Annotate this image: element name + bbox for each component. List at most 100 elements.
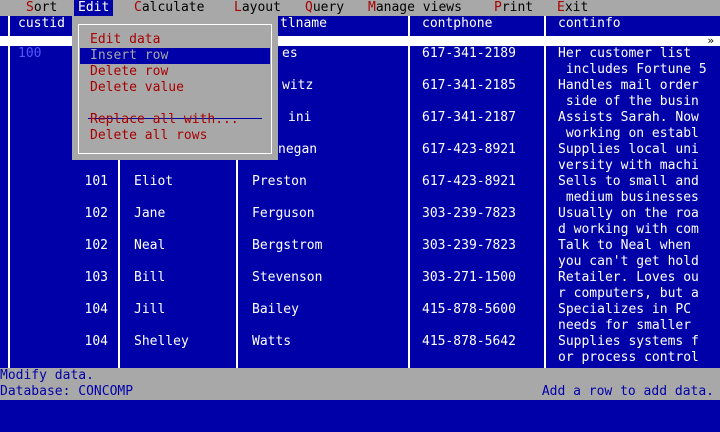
menu-label: dit (85, 0, 110, 15)
cell-lname[interactable]: Ferguson (252, 206, 402, 222)
cell-contphone[interactable]: 617-423-8921 (422, 174, 542, 190)
cell-continfo-line2[interactable]: side of the busin (558, 94, 720, 110)
menu-label: rint (501, 0, 534, 15)
cell-custid[interactable]: 104 (10, 334, 108, 350)
menu-hotkey: P (494, 0, 502, 15)
cell-custid[interactable]: 103 (10, 270, 108, 286)
menu-hotkey: D (90, 64, 98, 79)
cell-lname[interactable]: Watts (252, 334, 402, 350)
cell-continfo-line1[interactable]: Specializes in PC (558, 302, 720, 318)
cell-contphone[interactable]: 617-341-2185 (422, 78, 542, 94)
cell-fname[interactable]: Bill (134, 270, 234, 286)
status-message: Modify data. (0, 368, 720, 384)
cell-custid[interactable]: 100 (18, 46, 42, 62)
cell-contphone[interactable]: 617-423-8921 (422, 142, 542, 158)
menu-label: xit (564, 0, 589, 15)
menu-exit[interactable]: Exit (553, 0, 592, 16)
menu-item-label: dit data (97, 32, 161, 47)
cell-fname[interactable]: Jane (134, 206, 234, 222)
menu-calculate[interactable]: Calculate (130, 0, 208, 16)
cell-continfo-line2[interactable]: includes Fortune 5 (558, 62, 720, 78)
menu-label: alculate (141, 0, 205, 15)
menu-query[interactable]: Query (301, 0, 348, 16)
menu-edit[interactable]: Edit (74, 0, 114, 16)
menu-hotkey: Q (305, 0, 313, 15)
menu-hotkey: E (78, 0, 86, 15)
menu-hotkey: M (368, 0, 376, 15)
status-bar: Database: CONCOMP Add a row to add data. (0, 384, 720, 400)
menu-item-insert-row[interactable]: Insert row (80, 48, 270, 64)
cell-custid[interactable]: 101 (10, 174, 108, 190)
menu-label: ayout (241, 0, 281, 15)
menu-label: ort (33, 0, 58, 15)
cell-contphone[interactable]: 303-239-7823 (422, 238, 542, 254)
cell-continfo-line1[interactable]: Assists Sarah. Now (558, 110, 720, 126)
cell-continfo-line2[interactable]: or process control (558, 350, 720, 366)
cell-lname[interactable]: Stevenson (252, 270, 402, 286)
cell-continfo-line1[interactable]: Handles mail order (558, 78, 720, 94)
menu-item-label: elete all rows (97, 128, 208, 143)
edit-dropdown-menu: Edit data Insert row Delete row Delete v… (72, 16, 278, 160)
menu-print[interactable]: Print (490, 0, 537, 16)
cell-fname[interactable]: Neal (134, 238, 234, 254)
cell-contphone[interactable]: 303-239-7823 (422, 206, 542, 222)
menu-hotkey: C (134, 0, 142, 15)
cell-contphone[interactable]: 617-341-2189 (422, 46, 542, 62)
cell-contphone[interactable]: 303-271-1500 (422, 270, 542, 286)
menu-sort[interactable]: Sort (22, 0, 61, 16)
cell-custid[interactable]: 102 (10, 238, 108, 254)
cell-custid[interactable]: 102 (10, 206, 108, 222)
cell-continfo-line1[interactable]: Sells to small and (558, 174, 720, 190)
cell-continfo-line2[interactable]: versity with machi (558, 158, 720, 174)
menu-item-delete-all-rows[interactable]: Delete all rows (80, 128, 270, 144)
cell-continfo-line2[interactable]: working on establ (558, 126, 720, 142)
menu-item-label: nsert row (97, 48, 169, 63)
menu-item-delete-value[interactable]: Delete value (80, 80, 270, 96)
cell-fname[interactable]: Shelley (134, 334, 234, 350)
cell-lname[interactable]: Bailey (252, 302, 402, 318)
cell-continfo-line2[interactable]: needs for smaller (558, 318, 720, 334)
cell-fname[interactable]: Jill (134, 302, 234, 318)
cell-lname[interactable]: ini (288, 110, 438, 126)
cell-continfo-line1[interactable]: Supplies systems f (558, 334, 720, 350)
cell-continfo-line1[interactable]: Retailer. Loves ou (558, 270, 720, 286)
menu-hotkey: L (234, 0, 242, 15)
column-divider (408, 16, 410, 368)
cell-contphone[interactable]: 617-341-2187 (422, 110, 542, 126)
cell-lname[interactable]: es (282, 46, 432, 62)
cell-fname[interactable]: Eliot (134, 174, 234, 190)
header-lname[interactable]: tlname (280, 16, 327, 32)
cell-continfo-line2[interactable]: d working with com (558, 222, 720, 238)
header-continfo[interactable]: continfo (558, 16, 621, 32)
menu-hotkey: I (90, 48, 98, 63)
header-custid[interactable]: custid (18, 16, 65, 32)
menu-hotkey: D (90, 128, 98, 143)
menu-bar: Sort Edit Calculate Layout Query Manage … (0, 0, 720, 16)
cell-continfo-line1[interactable]: Her customer list (558, 46, 720, 62)
database-label: Database: CONCOMP (0, 384, 134, 399)
cell-lname[interactable]: witz (282, 78, 432, 94)
cell-lname[interactable]: negan (278, 142, 428, 158)
menu-manage-views[interactable]: Manage views (364, 0, 466, 16)
cell-custid[interactable]: 104 (10, 302, 108, 318)
cell-contphone[interactable]: 415-878-5600 (422, 302, 542, 318)
status-text: Modify data. (0, 368, 94, 383)
menu-hotkey: R (90, 112, 98, 127)
cell-continfo-line1[interactable]: Usually on the roa (558, 206, 720, 222)
cell-lname[interactable]: Preston (252, 174, 402, 190)
cell-continfo-line1[interactable]: Talk to Neal when (558, 238, 720, 254)
menu-hotkey: D (90, 80, 98, 95)
cell-continfo-line1[interactable]: Supplies local uni (558, 142, 720, 158)
menu-hotkey: S (26, 0, 34, 15)
menu-item-label: elete value (97, 80, 184, 95)
cell-continfo-line2[interactable]: medium businesses (558, 190, 720, 206)
menu-layout[interactable]: Layout (230, 0, 285, 16)
header-contphone[interactable]: contphone (422, 16, 492, 32)
menu-item-edit-data[interactable]: Edit data (80, 32, 270, 48)
cell-contphone[interactable]: 415-878-5642 (422, 334, 542, 350)
cell-continfo-line2[interactable]: r computers, but a (558, 286, 720, 302)
menu-item-replace-all[interactable]: Replace all with... (80, 112, 270, 128)
cell-continfo-line2[interactable]: you can't get hold (558, 254, 720, 270)
menu-item-delete-row[interactable]: Delete row (80, 64, 270, 80)
cell-lname[interactable]: Bergstrom (252, 238, 402, 254)
